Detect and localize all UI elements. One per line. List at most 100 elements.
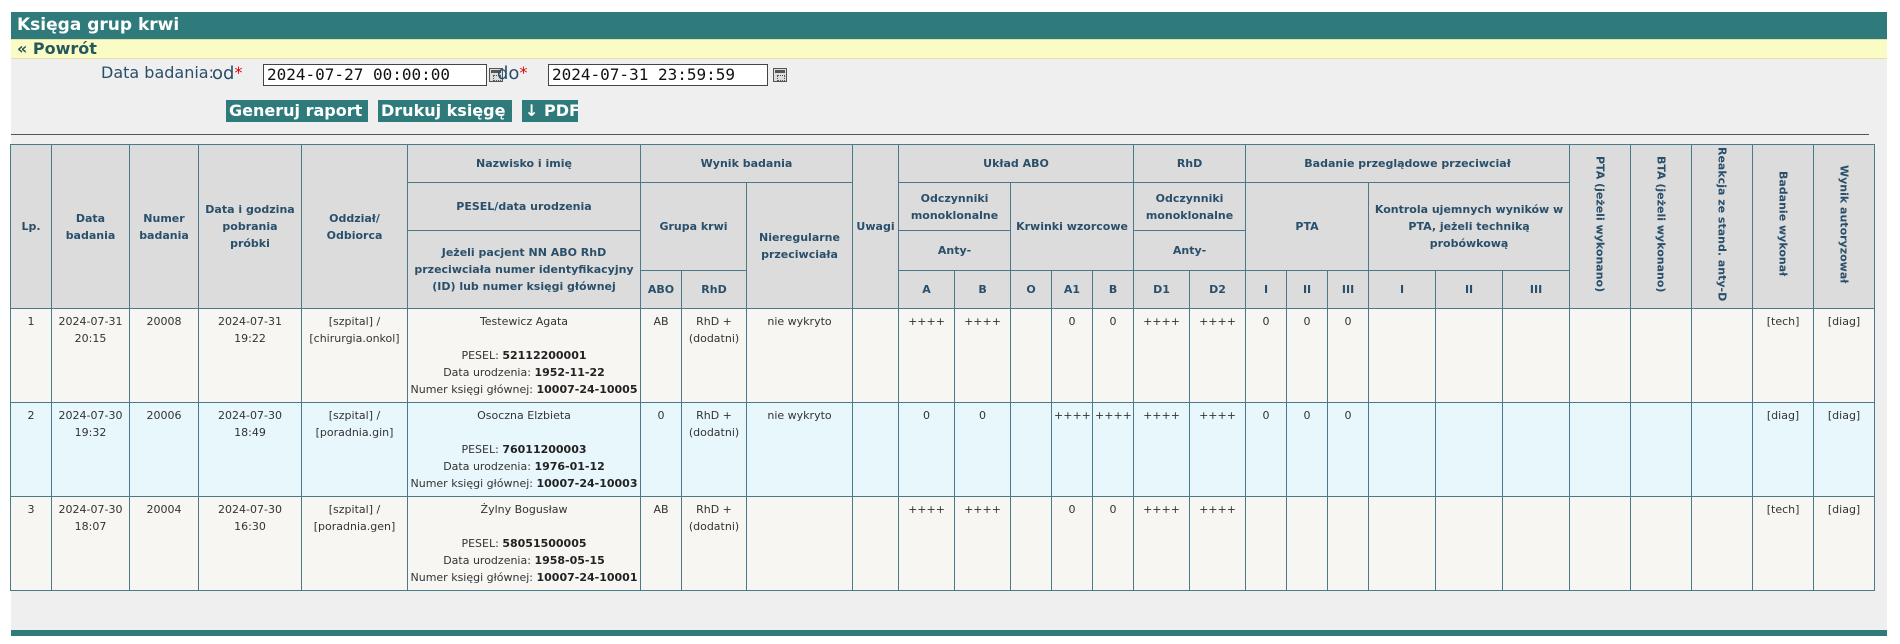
cell-abo: AB [640, 496, 682, 592]
cell-num: 20004 [129, 496, 199, 592]
cell-kb: 0 [1092, 308, 1135, 404]
cell-d2: ++++ [1189, 496, 1247, 592]
table-row[interactable]: 1 2024-07-31 20:15 20008 2024-07-31 19:22… [10, 308, 1876, 404]
date-from-input[interactable]: 2024-07-27 00:00:00 [263, 64, 487, 86]
col-kontrola: Kontrola ujemnych wyników w PTA, jeżeli … [1368, 181, 1571, 272]
col-bta-wykonano: BTA (jeżeli wykonano) [1630, 143, 1693, 310]
patient-name: Żylny Bogusław [480, 503, 568, 517]
col-grupa-krwi: Grupa krwi [640, 181, 747, 272]
patient-book: Numer księgi głównej: 10007-24-10005 [410, 383, 638, 397]
patient-book: Numer księgi głównej: 10007-24-10001 [410, 571, 638, 585]
patient-name: Testewicz Agata [479, 315, 569, 329]
col-pta-i: I [1245, 270, 1288, 310]
col-rhd: RhD [1133, 144, 1247, 183]
cell-date: 2024-07-31 20:15 [51, 308, 130, 404]
cell-a: 0 [898, 402, 956, 498]
cell-d1: ++++ [1133, 496, 1191, 592]
col-pta-iii: III [1327, 270, 1370, 310]
col-anty-rhd: Anty- [1133, 230, 1247, 272]
col-pesel: PESEL/data urodzenia [407, 181, 641, 232]
col-oddzial: Oddział/ Odbiorca [301, 143, 408, 310]
cell-autoryzowal: [diag] [1813, 496, 1876, 592]
cell-num: 20008 [129, 308, 199, 404]
cell-d1: ++++ [1133, 402, 1191, 498]
col-lp: Lp. [10, 143, 52, 310]
col-krwinki-wzorcowe: Krwinki wzorcowe [1010, 181, 1135, 272]
cell-rhd: RhD + (dodatni) [681, 402, 747, 498]
cell-patient: Testewicz Agata PESEL: 52112200001 Data … [407, 308, 641, 404]
cell-abo: 0 [640, 402, 682, 498]
cell-pta-ii: 0 [1286, 402, 1329, 498]
cell-b: ++++ [954, 308, 1012, 404]
print-book-button[interactable]: Drukuj księgę [378, 100, 512, 122]
cell-reakcja [1691, 496, 1754, 592]
required-mark: * [234, 63, 243, 82]
cell-a1: ++++ [1051, 402, 1094, 498]
cell-kb: ++++ [1092, 402, 1135, 498]
do-label: do* [497, 63, 528, 84]
cell-k-iii [1502, 496, 1571, 592]
cell-uwagi [852, 308, 900, 404]
generate-report-button[interactable]: Generuj raport [226, 100, 368, 122]
cell-autoryzowal: [diag] [1813, 308, 1876, 404]
cell-a: ++++ [898, 308, 956, 404]
date-label: Data badania: [101, 63, 214, 82]
col-nieregularne: Nieregularne przeciwciała [745, 181, 854, 310]
cell-kb: 0 [1092, 496, 1135, 592]
col-b: B [954, 270, 1012, 310]
col-numer-badania: Numer badania [129, 143, 199, 310]
cell-autoryzowal: [diag] [1813, 402, 1876, 498]
cell-reakcja [1691, 308, 1754, 404]
col-anty: Anty- [898, 230, 1012, 272]
cell-lp: 1 [10, 308, 52, 404]
back-link[interactable]: « Powrót [11, 39, 1887, 59]
patient-book: Numer księgi głównej: 10007-24-10003 [410, 477, 638, 491]
cell-pta-wyk [1569, 496, 1632, 592]
cell-k-iii [1502, 402, 1571, 498]
cell-reakcja [1691, 402, 1754, 498]
calendar-icon[interactable] [773, 68, 787, 82]
cell-lp: 3 [10, 496, 52, 592]
col-k-iii: III [1502, 270, 1571, 310]
cell-k-ii [1435, 496, 1504, 592]
cell-o [1010, 308, 1053, 404]
patient-dob: Data urodzenia: 1952-11-22 [443, 366, 605, 380]
cell-o [1010, 496, 1053, 592]
blood-group-table: Lp. Data badania Numer badania Data i go… [10, 143, 1876, 592]
cell-pta-iii: 0 [1327, 308, 1370, 404]
col-pta: PTA [1245, 181, 1370, 272]
cell-wykonal: [tech] [1752, 496, 1815, 592]
cell-pta-wyk [1569, 308, 1632, 404]
col-k-ii: II [1435, 270, 1504, 310]
table-row[interactable]: 3 2024-07-30 18:07 20004 2024-07-30 16:30… [10, 496, 1876, 592]
cell-date: 2024-07-30 18:07 [51, 496, 130, 592]
od-label: od* [212, 63, 243, 84]
cell-uwagi [852, 496, 900, 592]
cell-oddzial: [szpital] / [chirurgia.onkol] [301, 308, 408, 404]
cell-wykonal: [diag] [1752, 402, 1815, 498]
cell-wykonal: [tech] [1752, 308, 1815, 404]
cell-lp: 2 [10, 402, 52, 498]
col-odczynniki-mono-rhd: Odczynniki monoklonalne [1133, 181, 1247, 232]
cell-rhd: RhD + (dodatni) [681, 308, 747, 404]
cell-pta-i [1245, 496, 1288, 592]
cell-num: 20006 [129, 402, 199, 498]
cell-bta-wyk [1630, 308, 1693, 404]
cell-k-ii [1435, 308, 1504, 404]
bottom-bar [11, 630, 1887, 636]
cell-bta-wyk [1630, 402, 1693, 498]
pdf-download-button[interactable]: ↓ PDF [522, 100, 580, 122]
patient-pesel: PESEL: 58051500005 [461, 537, 587, 551]
cell-k-i [1368, 402, 1437, 498]
table-row[interactable]: 2 2024-07-30 19:32 20006 2024-07-30 18:49… [10, 402, 1876, 498]
patient-name: Osoczna Elzbieta [477, 409, 571, 423]
col-abo: ABO [640, 270, 682, 310]
cell-k-i [1368, 308, 1437, 404]
cell-pta-i: 0 [1245, 308, 1288, 404]
patient-pesel: PESEL: 76011200003 [461, 443, 587, 457]
col-o: O [1010, 270, 1053, 310]
cell-pta-i: 0 [1245, 402, 1288, 498]
cell-a1: 0 [1051, 308, 1094, 404]
date-to-input[interactable]: 2024-07-31 23:59:59 [548, 64, 768, 86]
required-mark: * [519, 63, 528, 82]
